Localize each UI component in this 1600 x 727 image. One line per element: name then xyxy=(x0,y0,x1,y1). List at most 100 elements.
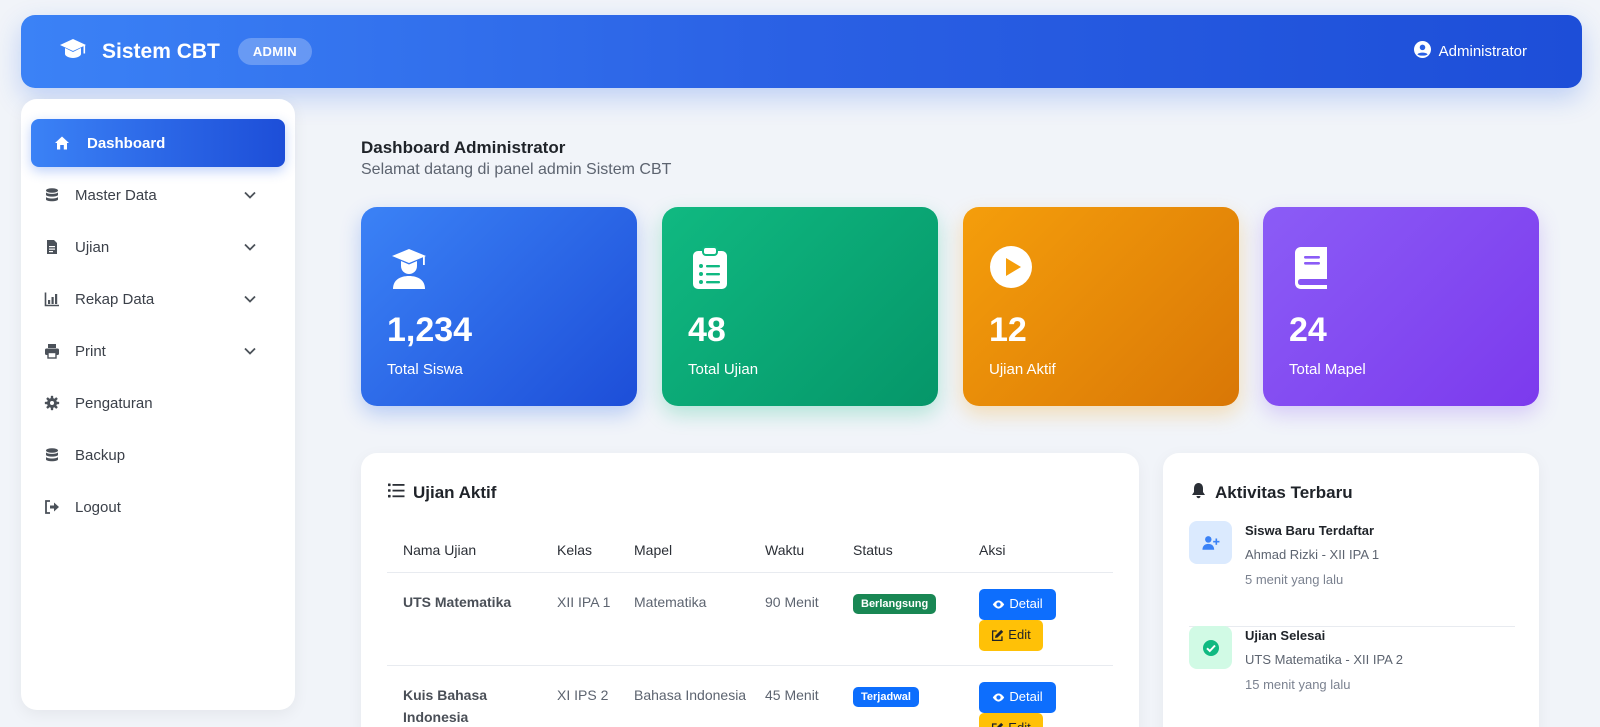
edit-button[interactable]: Edit xyxy=(979,619,1043,651)
bell-icon xyxy=(1190,482,1215,504)
exam-name: Kuis Bahasa Indonesia xyxy=(387,665,541,727)
column-header: Mapel xyxy=(618,528,749,573)
activity-item[interactable]: Siswa Baru Terdaftar Ahmad Rizki - XII I… xyxy=(1189,521,1515,627)
gear-icon xyxy=(43,394,61,412)
column-header: Nama Ujian xyxy=(387,528,541,573)
stat-card-ujian-aktif[interactable]: 12 Ujian Aktif xyxy=(963,207,1239,406)
stat-value: 1,234 xyxy=(387,311,473,349)
file-icon xyxy=(43,238,61,256)
sidebar-item-print[interactable]: Print xyxy=(31,327,285,375)
exam-subject: Bahasa Indonesia xyxy=(618,665,749,727)
sidebar-item-pengaturan[interactable]: Pengaturan xyxy=(31,379,285,427)
stat-value: 48 xyxy=(688,311,726,349)
activity-description: Ahmad Rizki - XII IPA 1 xyxy=(1245,547,1380,562)
exam-class: XI IPS 2 xyxy=(541,665,618,727)
activity-description: UTS Matematika - XII IPA 2 xyxy=(1245,652,1403,667)
user-circle-icon xyxy=(1413,41,1439,62)
table-header-row: Nama Ujian Kelas Mapel Waktu Status Aksi xyxy=(387,528,1113,573)
edit-icon xyxy=(992,629,1004,641)
user-plus-icon xyxy=(1189,521,1232,564)
exam-name: UTS Matematika xyxy=(387,572,541,666)
stat-label: Total Ujian xyxy=(688,361,759,378)
stat-label: Total Mapel xyxy=(1289,361,1366,378)
active-exams-panel: Ujian Aktif Nama Ujian Kelas Mapel Waktu… xyxy=(361,453,1139,727)
database-icon xyxy=(43,186,61,204)
panel-title: Aktivitas Terbaru xyxy=(1190,482,1353,504)
sidebar-item-master-data[interactable]: Master Data xyxy=(31,171,285,219)
page-title: Dashboard Administrator xyxy=(361,138,566,157)
activity-time: 15 menit yang lalu xyxy=(1245,677,1351,692)
panel-title: Ujian Aktif xyxy=(388,482,496,504)
activity-title: Ujian Selesai xyxy=(1245,628,1326,643)
edit-button-label: Edit xyxy=(1008,717,1030,727)
stat-card-total-ujian[interactable]: 48 Total Ujian xyxy=(662,207,938,406)
sidebar-item-label: Rekap Data xyxy=(75,290,155,308)
exam-subject: Matematika xyxy=(618,572,749,666)
sidebar-item-label: Pengaturan xyxy=(75,394,153,412)
sidebar-item-label: Logout xyxy=(75,498,121,516)
stat-card-total-mapel[interactable]: 24 Total Mapel xyxy=(1263,207,1539,406)
printer-icon xyxy=(43,342,61,360)
graduation-cap-icon xyxy=(59,38,87,65)
column-header: Status xyxy=(837,528,963,573)
top-navbar: Sistem CBT ADMIN Administrator xyxy=(21,15,1582,88)
sidebar-item-ujian[interactable]: Ujian xyxy=(31,223,285,271)
edit-icon xyxy=(992,722,1004,727)
brand-name: Sistem CBT xyxy=(102,39,220,63)
sidebar-item-label: Dashboard xyxy=(87,134,166,152)
database-icon xyxy=(43,446,61,464)
play-circle-icon xyxy=(989,245,1033,289)
graduate-icon xyxy=(387,245,431,289)
detail-button[interactable]: Detail xyxy=(979,588,1056,620)
panel-title-text: Aktivitas Terbaru xyxy=(1215,483,1353,502)
stat-label: Total Siswa xyxy=(387,361,463,378)
sidebar-item-logout[interactable]: Logout xyxy=(31,483,285,531)
brand[interactable]: Sistem CBT ADMIN xyxy=(59,15,312,88)
edit-button-label: Edit xyxy=(1008,627,1031,642)
activity-item[interactable]: Ujian Selesai UTS Matematika - XII IPA 2… xyxy=(1189,626,1515,727)
stat-card-total-siswa[interactable]: 1,234 Total Siswa xyxy=(361,207,637,406)
detail-button[interactable]: Detail xyxy=(979,681,1056,713)
sidebar-item-label: Ujian xyxy=(75,238,110,256)
sidebar-item-backup[interactable]: Backup xyxy=(31,431,285,479)
activity-title: Siswa Baru Terdaftar xyxy=(1245,523,1375,538)
status-badge: Terjadwal xyxy=(853,686,919,707)
stat-label: Ujian Aktif xyxy=(989,361,1056,378)
column-header: Kelas xyxy=(541,528,618,573)
page-subtitle: Selamat datang di panel admin Sistem CBT xyxy=(361,161,672,178)
list-icon xyxy=(388,482,413,504)
sidebar: Dashboard Master Data Ujian Rekap Data P… xyxy=(21,99,295,710)
status-badge: Berlangsung xyxy=(853,593,937,614)
clipboard-list-icon xyxy=(688,245,732,289)
sidebar-item-label: Print xyxy=(75,342,106,360)
recent-activity-panel: Aktivitas Terbaru Siswa Baru Terdaftar A… xyxy=(1163,453,1539,727)
check-circle-icon xyxy=(1189,626,1232,669)
eye-icon xyxy=(993,599,1005,609)
eye-icon xyxy=(993,692,1005,702)
panel-title-text: Ujian Aktif xyxy=(413,483,497,502)
edit-button[interactable]: Edit xyxy=(979,712,1043,727)
table-row: UTS Matematika XII IPA 1 Matematika 90 M… xyxy=(387,572,1113,666)
chevron-down-icon xyxy=(244,191,256,199)
exam-class: XII IPA 1 xyxy=(541,572,618,666)
home-icon xyxy=(53,134,71,152)
detail-button-label: Detail xyxy=(1009,596,1043,611)
book-icon xyxy=(1289,245,1333,289)
logout-icon xyxy=(43,498,61,516)
bar-chart-icon xyxy=(43,290,61,308)
sidebar-item-dashboard[interactable]: Dashboard xyxy=(31,119,285,167)
sidebar-item-label: Backup xyxy=(75,446,126,464)
activity-time: 5 menit yang lalu xyxy=(1245,572,1344,587)
stat-value: 24 xyxy=(1289,311,1327,349)
active-exams-table: Nama Ujian Kelas Mapel Waktu Status Aksi… xyxy=(387,528,1113,727)
exam-duration: 45 Menit xyxy=(749,665,837,727)
column-header: Waktu xyxy=(749,528,837,573)
chevron-down-icon xyxy=(244,347,256,355)
user-name: Administrator xyxy=(1438,43,1527,60)
table-row: Kuis Bahasa Indonesia XI IPS 2 Bahasa In… xyxy=(387,665,1113,727)
chevron-down-icon xyxy=(244,295,256,303)
column-header: Aksi xyxy=(963,528,1113,573)
user-menu[interactable]: Administrator xyxy=(1413,15,1527,88)
sidebar-item-rekap-data[interactable]: Rekap Data xyxy=(31,275,285,323)
exam-duration: 90 Menit xyxy=(749,572,837,666)
